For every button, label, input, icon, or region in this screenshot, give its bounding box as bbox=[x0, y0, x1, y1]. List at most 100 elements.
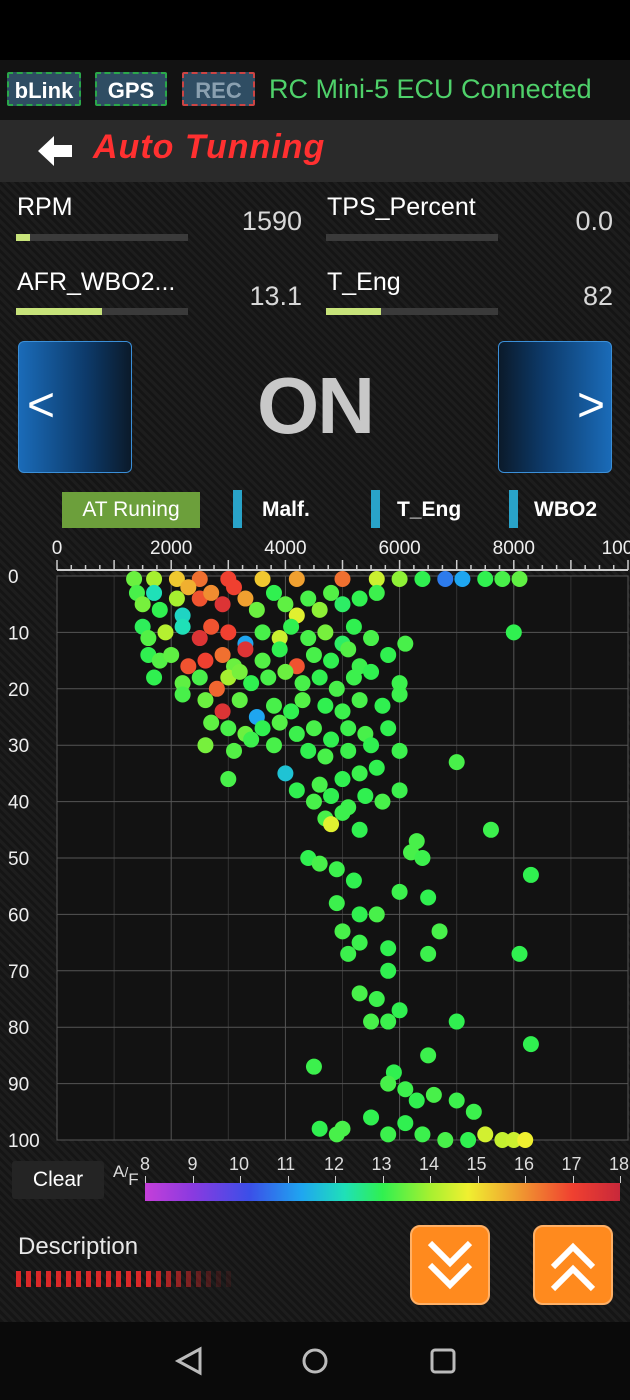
recents-nav-icon[interactable] bbox=[428, 1346, 458, 1376]
data-point bbox=[197, 737, 214, 754]
y-tick-label: 40 bbox=[8, 793, 29, 814]
afr-scatter-chart[interactable]: 0 2000 4000 6000 8000 10000 0 10 20 30 40 50 60 70 80 9… bbox=[0, 532, 630, 1152]
y-tick-label: 60 bbox=[8, 905, 29, 926]
data-point bbox=[334, 804, 351, 821]
x-tick-label: 8000 bbox=[493, 538, 535, 559]
prev-mode-button[interactable]: < bbox=[18, 341, 132, 473]
af-scale-tick bbox=[382, 1176, 384, 1183]
data-point bbox=[283, 703, 300, 720]
data-point bbox=[351, 985, 368, 1002]
legend-wbo2[interactable]: WBO2 bbox=[534, 492, 597, 528]
y-tick-label: 100 bbox=[8, 1131, 40, 1152]
data-point bbox=[425, 1086, 442, 1103]
y-tick-label: 80 bbox=[8, 1018, 29, 1039]
data-point bbox=[311, 776, 328, 793]
data-point bbox=[340, 720, 357, 737]
af-scale-tick-label: 16 bbox=[514, 1154, 535, 1174]
data-point bbox=[300, 742, 317, 759]
y-tick-label: 10 bbox=[8, 623, 29, 644]
data-point bbox=[414, 571, 431, 587]
data-point bbox=[437, 571, 454, 587]
home-nav-icon[interactable] bbox=[300, 1346, 330, 1376]
data-point bbox=[368, 571, 385, 587]
data-point bbox=[260, 669, 277, 686]
progress-segment bbox=[126, 1271, 131, 1287]
data-point bbox=[140, 630, 157, 647]
y-tick-label: 90 bbox=[8, 1075, 29, 1096]
progress-segment bbox=[46, 1271, 51, 1287]
data-point bbox=[351, 765, 368, 782]
data-point bbox=[134, 596, 151, 613]
scroll-up-button[interactable] bbox=[533, 1225, 613, 1305]
data-point bbox=[214, 596, 231, 613]
data-point bbox=[126, 571, 143, 587]
clear-button[interactable]: Clear bbox=[12, 1161, 104, 1199]
af-scale-tick-label: 17 bbox=[561, 1154, 582, 1174]
next-mode-button[interactable]: > bbox=[498, 341, 612, 473]
progress-segment bbox=[156, 1271, 161, 1287]
back-arrow-icon[interactable] bbox=[38, 136, 74, 166]
data-point bbox=[334, 571, 351, 587]
data-point bbox=[460, 1132, 477, 1148]
data-point bbox=[323, 787, 340, 804]
legend-teng[interactable]: T_Eng bbox=[397, 492, 461, 528]
data-point bbox=[420, 945, 437, 962]
chevron-right-icon: > bbox=[577, 379, 606, 432]
progress-segment bbox=[66, 1271, 71, 1287]
data-point bbox=[237, 641, 254, 658]
progress-segment bbox=[216, 1271, 221, 1287]
data-point bbox=[311, 669, 328, 686]
af-scale-tick-label: 13 bbox=[371, 1154, 392, 1174]
af-scale-tick-label: 12 bbox=[324, 1154, 345, 1174]
data-point bbox=[243, 731, 260, 748]
data-point bbox=[288, 571, 305, 587]
data-point bbox=[203, 584, 220, 601]
data-point bbox=[174, 618, 191, 635]
data-point bbox=[482, 821, 499, 838]
data-point bbox=[477, 1126, 494, 1143]
malf-marker bbox=[233, 490, 242, 528]
data-point bbox=[511, 571, 528, 587]
progress-segment bbox=[56, 1271, 61, 1287]
gauge-value-afr: 13.1 bbox=[249, 281, 302, 311]
data-point bbox=[311, 601, 328, 618]
data-point bbox=[317, 697, 334, 714]
data-point bbox=[391, 571, 408, 587]
data-point bbox=[203, 714, 220, 731]
data-point bbox=[151, 601, 168, 618]
data-point bbox=[305, 720, 322, 737]
data-point bbox=[334, 703, 351, 720]
back-nav-icon[interactable] bbox=[174, 1346, 204, 1376]
progress-segment bbox=[146, 1271, 151, 1287]
data-point bbox=[397, 1081, 414, 1098]
data-point bbox=[368, 584, 385, 601]
data-point bbox=[437, 1132, 454, 1148]
at-running-badge[interactable]: AT Runing bbox=[62, 492, 200, 528]
progress-segment bbox=[196, 1271, 201, 1287]
blink-tag[interactable]: bLink bbox=[7, 72, 81, 106]
mode-state: ON bbox=[257, 361, 375, 450]
data-point bbox=[380, 720, 397, 737]
data-point bbox=[254, 571, 271, 587]
data-point bbox=[311, 1120, 328, 1137]
data-point bbox=[380, 1013, 397, 1030]
data-point bbox=[420, 1047, 437, 1064]
af-scale-tick-label: 18 bbox=[609, 1154, 630, 1174]
data-point bbox=[265, 584, 282, 601]
data-point bbox=[265, 737, 282, 754]
gps-tag[interactable]: GPS bbox=[95, 72, 167, 106]
data-point bbox=[363, 1109, 380, 1126]
data-point bbox=[311, 855, 328, 872]
progress-segment bbox=[36, 1271, 41, 1287]
data-point bbox=[288, 782, 305, 799]
data-point bbox=[363, 663, 380, 680]
legend-malf[interactable]: Malf. bbox=[262, 492, 310, 528]
rec-tag[interactable]: REC bbox=[182, 72, 255, 106]
af-scale-tick bbox=[192, 1176, 194, 1183]
scroll-down-button[interactable] bbox=[410, 1225, 490, 1305]
data-point bbox=[351, 821, 368, 838]
x-tick-label: 10000 bbox=[602, 538, 630, 559]
chevron-left-icon: < bbox=[27, 379, 56, 432]
data-point bbox=[351, 590, 368, 607]
data-point bbox=[368, 991, 385, 1007]
